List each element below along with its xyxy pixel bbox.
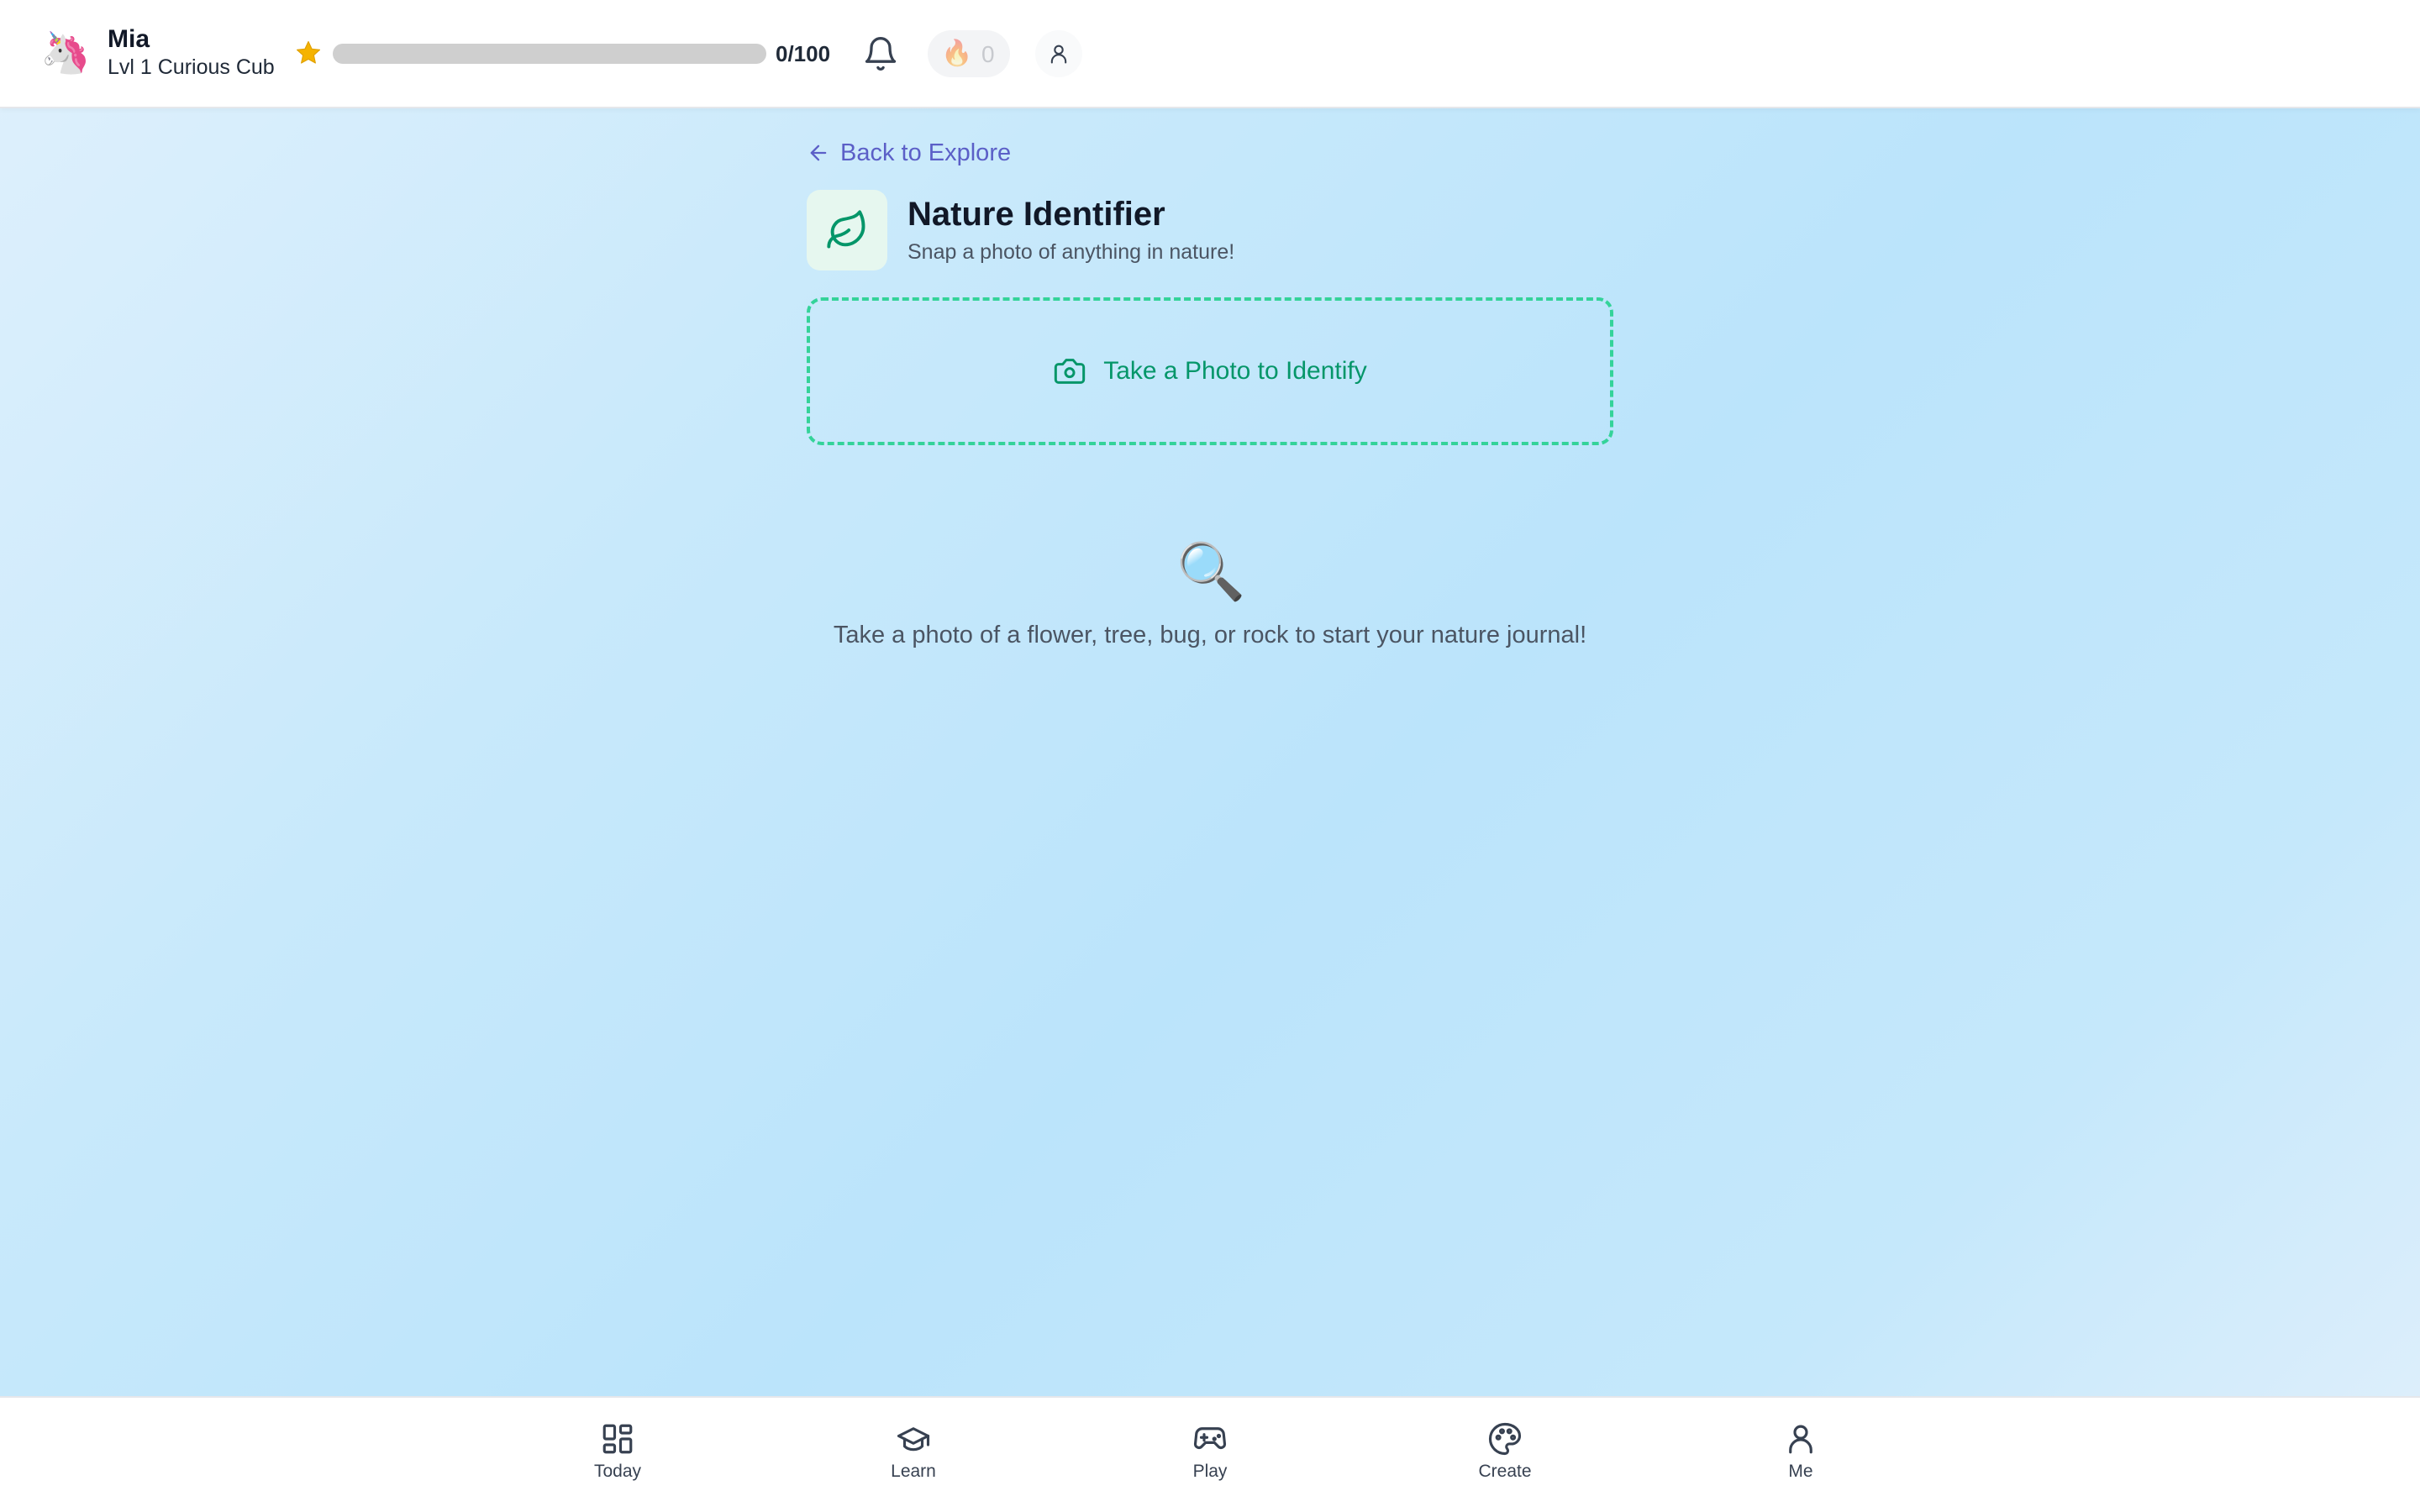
bell-icon[interactable] — [862, 35, 899, 72]
xp-count: 0/100 — [776, 41, 831, 66]
nature-tool-icon-box — [807, 190, 887, 270]
star-icon — [296, 40, 321, 64]
streak-count: 0 — [981, 41, 995, 67]
unicorn-avatar[interactable]: 🦄 — [40, 30, 91, 77]
user-icon — [1789, 1425, 1812, 1454]
nav-label-learn: Learn — [891, 1462, 936, 1481]
magnifying-glass-icon: 🔍 — [1176, 540, 1246, 602]
graduation-cap-icon — [897, 1427, 930, 1452]
back-to-explore-link[interactable]: Back to Explore — [807, 138, 1011, 168]
back-label: Back to Explore — [840, 139, 1012, 166]
nav-item-learn[interactable]: Learn — [855, 1421, 972, 1488]
user-level: Lvl 1 Curious Cub — [108, 55, 275, 79]
nav-item-create[interactable]: Create — [1446, 1421, 1564, 1488]
profile-button[interactable] — [1035, 30, 1082, 77]
flame-icon: 🔥 — [941, 39, 973, 67]
streak-counter[interactable]: 🔥 0 — [928, 30, 1010, 77]
profile-icon — [1050, 45, 1067, 64]
page-title: Nature Identifier — [908, 196, 1165, 233]
nav-label-today: Today — [593, 1462, 642, 1481]
nav-item-me[interactable]: Me — [1742, 1421, 1860, 1488]
user-name: Mia — [108, 25, 150, 53]
nav-label-create: Create — [1478, 1462, 1532, 1481]
take-photo-label: Take a Photo to Identify — [1103, 357, 1367, 385]
empty-state-text: Take a photo of a flower, tree, bug, or … — [833, 622, 1587, 648]
gamepad-icon — [1193, 1427, 1227, 1449]
page-subtitle: Snap a photo of anything in nature! — [908, 240, 1235, 264]
xp-progress-bar — [333, 44, 766, 64]
arrow-left-icon — [810, 144, 827, 161]
nav-item-today[interactable]: Today — [559, 1421, 676, 1488]
top-bar: 🦄 Mia Lvl 1 Curious Cub 0/100 🔥 0 — [0, 0, 2420, 108]
camera-icon — [1055, 359, 1086, 384]
take-photo-button[interactable]: Take a Photo to Identify — [807, 297, 1613, 445]
leaf-icon — [827, 210, 865, 249]
nav-label-play: Play — [1192, 1462, 1228, 1481]
palette-icon — [1488, 1422, 1522, 1456]
grid-icon — [602, 1424, 633, 1454]
bottom-nav: Today Learn Play Create Me — [0, 1396, 2420, 1512]
nav-label-me: Me — [1788, 1462, 1813, 1481]
nav-item-play[interactable]: Play — [1151, 1421, 1269, 1488]
